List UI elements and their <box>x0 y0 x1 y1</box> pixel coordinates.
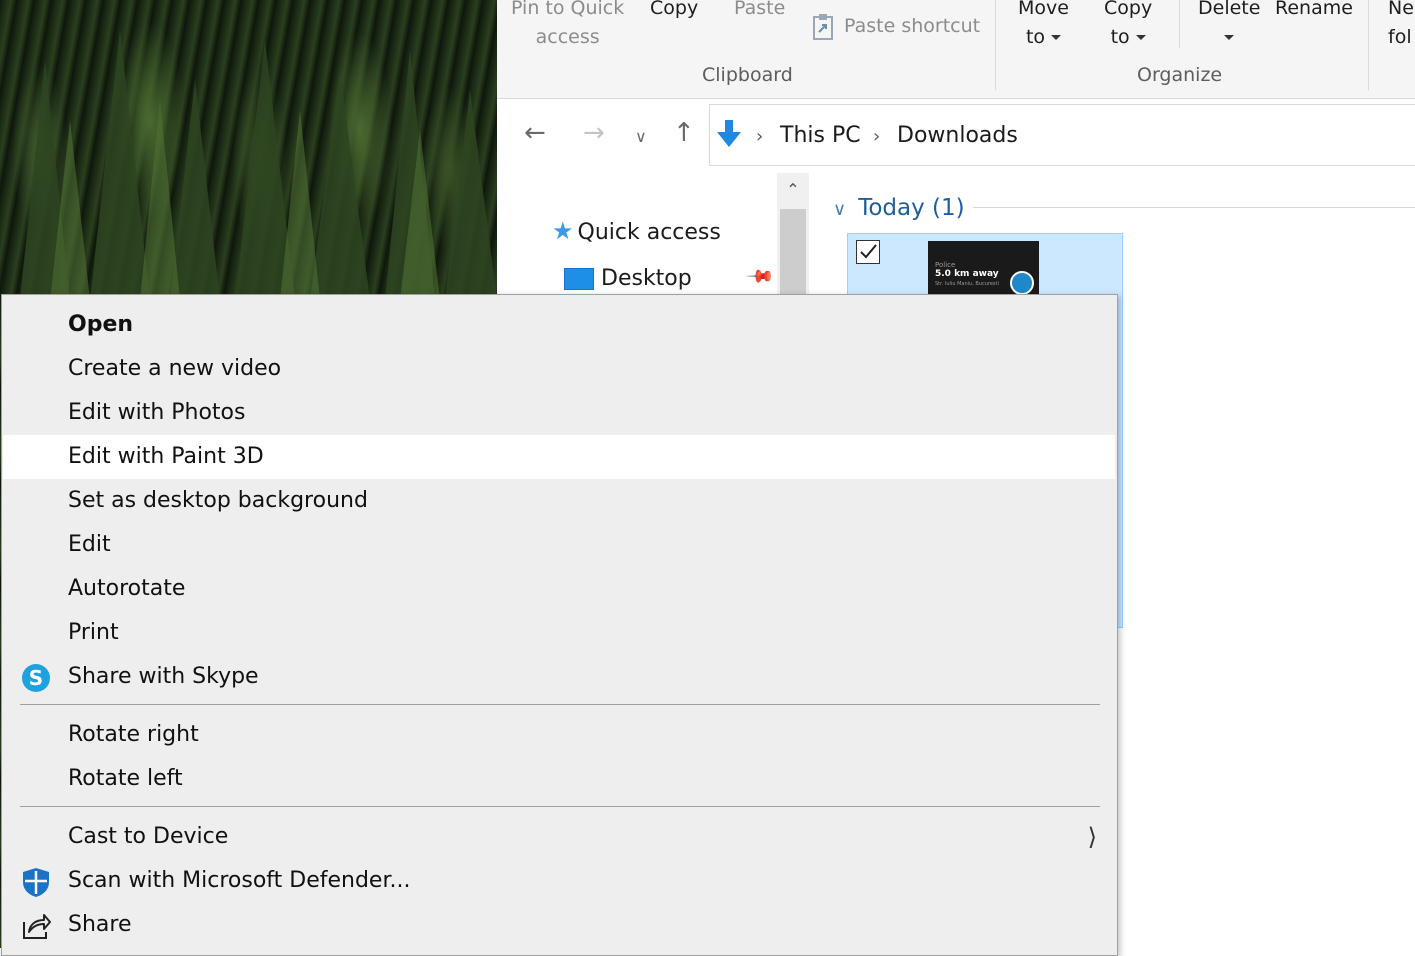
skype-icon: S <box>22 664 50 692</box>
menu-item-label: Cast to Device <box>68 824 229 849</box>
back-arrow-icon[interactable]: ← <box>524 118 546 148</box>
menu-item-label: Rotate right <box>68 722 199 747</box>
copy-to-label-line1: Copy <box>1104 0 1153 19</box>
menu-item-label: Scan with Microsoft Defender... <box>68 868 411 893</box>
defender-shield-icon <box>23 868 49 897</box>
paste-shortcut-icon <box>813 13 833 40</box>
new-folder-label-line1: Ne <box>1388 0 1414 19</box>
share-icon <box>23 914 51 939</box>
menu-item-create-new-video[interactable]: Create a new video <box>3 347 1115 391</box>
menu-item-autorotate[interactable]: Autorotate <box>3 567 1115 611</box>
copy-to-button[interactable]: Copy to <box>1104 0 1152 52</box>
scroll-up-icon[interactable]: ⌃ <box>777 173 809 207</box>
nav-pane-scrollbar[interactable]: ⌃ <box>777 173 809 313</box>
move-label-line2: to <box>1025 26 1046 48</box>
menu-item-label: Autorotate <box>68 576 186 601</box>
new-folder-label-line2: fol <box>1388 26 1412 48</box>
menu-item-set-desktop-background[interactable]: Set as desktop background <box>3 479 1115 523</box>
paste-shortcut-button[interactable]: Paste shortcut <box>812 12 980 41</box>
file-thumbnail: Police 5.0 km away Str. Iuliu Maniu, Buc… <box>928 241 1039 301</box>
menu-item-rotate-left[interactable]: Rotate left <box>3 757 1115 801</box>
chevron-down-icon <box>1135 35 1146 40</box>
downloads-arrow-icon <box>717 120 741 147</box>
group-header-label: Today (1) <box>858 195 965 221</box>
up-arrow-icon[interactable]: ↑ <box>673 118 695 148</box>
ribbon: Pin to Quick access Copy Paste Paste sho… <box>497 0 1415 99</box>
menu-item-open[interactable]: Open <box>3 303 1115 347</box>
move-label-line1: Move <box>1018 0 1069 19</box>
move-to-button[interactable]: Move to <box>1018 0 1069 52</box>
menu-item-scan-with-defender[interactable]: Scan with Microsoft Defender... <box>3 859 1115 903</box>
paste-button[interactable]: Paste <box>734 0 785 23</box>
clipboard-group-label: Clipboard <box>702 64 793 86</box>
checkmark-icon <box>860 244 877 259</box>
group-header-today[interactable]: ∨ Today (1) <box>833 193 965 225</box>
menu-item-share-with-skype[interactable]: S Share with Skype <box>3 655 1115 699</box>
new-folder-button[interactable]: Ne fol <box>1388 0 1414 52</box>
menu-item-label: Share <box>68 912 132 937</box>
menu-item-label: Create a new video <box>68 356 282 381</box>
menu-item-label: Open <box>68 312 134 337</box>
menu-item-label: Edit with Photos <box>68 400 246 425</box>
menu-item-label: Share with Skype <box>68 664 259 689</box>
paste-shortcut-label: Paste shortcut <box>844 15 981 37</box>
menu-item-print[interactable]: Print <box>3 611 1115 655</box>
menu-item-edit-with-photos[interactable]: Edit with Photos <box>3 391 1115 435</box>
thumbnail-text-line1: Police <box>935 261 956 269</box>
pin-label-line2: access <box>535 26 600 48</box>
menu-item-cast-to-device[interactable]: Cast to Device ⟩ <box>3 815 1115 859</box>
submenu-chevron-right-icon: ⟩ <box>1087 823 1097 851</box>
breadcrumb-chevron-icon: › <box>873 126 881 147</box>
breadcrumb-downloads[interactable]: Downloads <box>897 122 1018 150</box>
copy-button[interactable]: Copy <box>650 0 698 23</box>
menu-item-label: Print <box>68 620 119 645</box>
organize-group-label: Organize <box>1137 64 1223 86</box>
menu-separator <box>20 704 1100 705</box>
breadcrumb-this-pc[interactable]: This PC <box>780 122 861 150</box>
group-divider <box>1368 0 1369 90</box>
menu-item-label: Rotate left <box>68 766 183 791</box>
menu-item-edit[interactable]: Edit <box>3 523 1115 567</box>
quick-access-label: Quick access <box>577 220 721 245</box>
button-divider <box>1179 0 1180 48</box>
selection-checkbox[interactable] <box>856 240 880 264</box>
breadcrumb-chevron-icon: › <box>756 126 764 147</box>
chevron-down-icon <box>1224 35 1235 40</box>
group-divider-line <box>973 207 1415 208</box>
desktop-folder-icon <box>564 268 594 290</box>
delete-label: Delete <box>1198 0 1261 19</box>
menu-item-label: Edit <box>68 532 111 557</box>
menu-item-rotate-right[interactable]: Rotate right <box>3 713 1115 757</box>
svg-text:S: S <box>29 666 43 690</box>
thumbnail-text-line3: Str. Iuliu Maniu, Bucuresti <box>935 281 999 287</box>
forward-arrow-icon[interactable]: → <box>583 118 605 148</box>
menu-item-edit-with-paint-3d[interactable]: Edit with Paint 3D <box>3 435 1115 479</box>
collapse-chevron-icon: ∨ <box>833 199 847 220</box>
police-badge-icon <box>1010 271 1034 295</box>
address-bar[interactable]: › This PC › Downloads <box>709 104 1415 166</box>
group-divider <box>995 0 996 90</box>
star-icon: ★ <box>552 217 574 245</box>
copy-to-label-line2: to <box>1110 26 1130 48</box>
pin-label-line1: Pin to Quick <box>511 0 625 19</box>
menu-item-share[interactable]: Share <box>3 903 1115 947</box>
pin-to-quick-access-button[interactable]: Pin to Quick access <box>511 0 624 52</box>
nav-item-quick-access[interactable]: ★ Quick access <box>552 216 721 248</box>
delete-button[interactable]: Delete <box>1198 0 1260 52</box>
menu-item-label: Edit with Paint 3D <box>68 444 264 469</box>
thumbnail-text-line2: 5.0 km away <box>935 269 999 279</box>
nav-item-desktop[interactable]: Desktop <box>564 264 692 294</box>
menu-item-label: Set as desktop background <box>68 488 368 513</box>
context-menu: Open Create a new video Edit with Photos… <box>1 294 1118 956</box>
rename-button[interactable]: Rename <box>1275 0 1353 23</box>
menu-separator <box>20 806 1100 807</box>
recent-locations-chevron-icon[interactable]: ∨ <box>635 122 647 152</box>
chevron-down-icon <box>1051 35 1062 40</box>
forest-image <box>20 30 497 300</box>
desktop-label: Desktop <box>601 266 692 291</box>
